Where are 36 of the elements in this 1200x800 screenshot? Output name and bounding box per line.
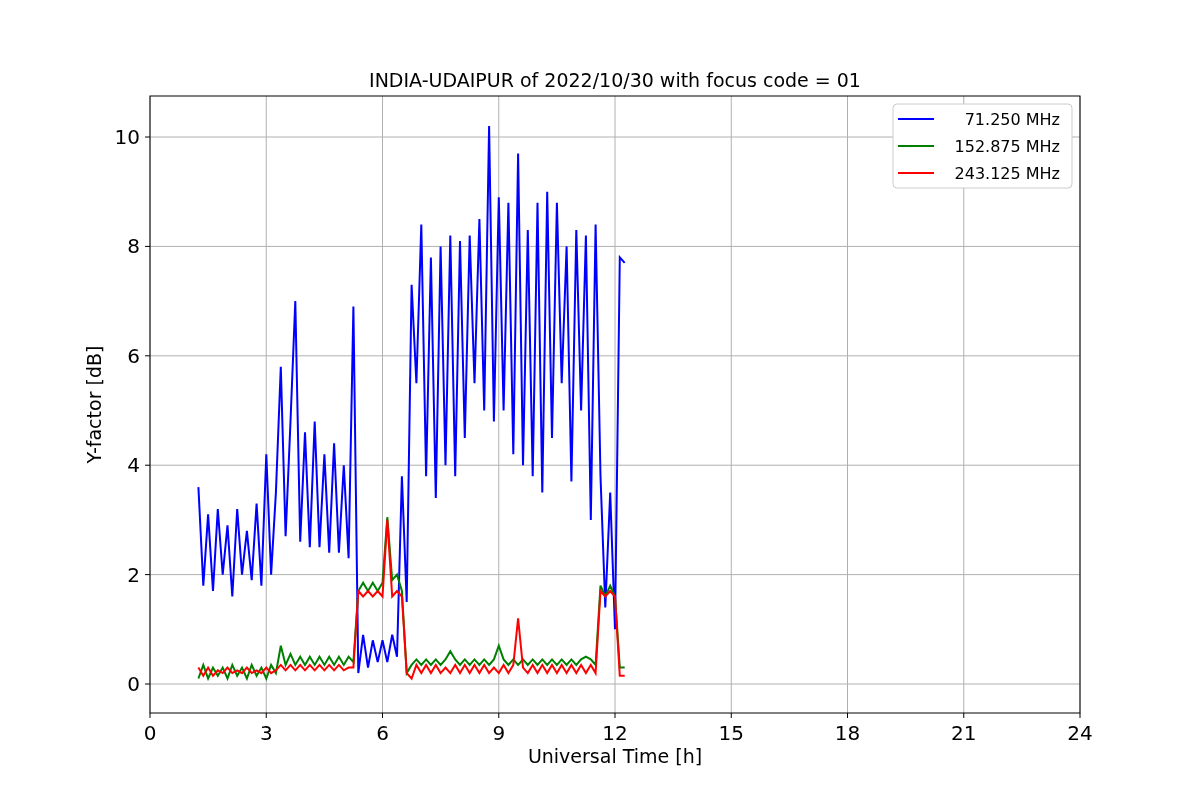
- tick-mark: [963, 712, 965, 719]
- tick-mark: [614, 712, 616, 719]
- tick-mark: [144, 574, 151, 576]
- chart-title: INDIA-UDAIPUR of 2022/10/30 with focus code = 01: [369, 69, 861, 91]
- legend-label: 243.125 MHz: [954, 164, 1060, 183]
- tick-mark: [265, 712, 267, 719]
- tick-label: 24: [1067, 721, 1093, 745]
- tick-label: 15: [718, 721, 744, 745]
- tick-mark: [847, 712, 848, 719]
- tick-mark: [144, 464, 151, 466]
- tick-label: 9: [492, 721, 506, 745]
- tick-mark: [730, 712, 732, 719]
- tick-label: 6: [376, 721, 389, 745]
- tick-mark: [144, 136, 151, 138]
- tick-mark: [498, 712, 500, 719]
- tick-mark: [144, 245, 151, 247]
- tick-label: 12: [602, 721, 628, 745]
- tick-mark: [382, 712, 383, 719]
- tick-label: 10: [114, 125, 140, 149]
- tick-mark: [144, 355, 151, 357]
- tick-label: 2: [127, 562, 140, 587]
- tick-label: 0: [127, 672, 140, 696]
- tick-label: 21: [951, 721, 977, 745]
- tick-label: 4: [127, 453, 140, 478]
- tick-label: 3: [259, 721, 273, 745]
- tick-label: 6: [127, 343, 140, 368]
- legend-label: 71.250 MHz: [964, 110, 1060, 129]
- x-axis-label: Universal Time [h]: [527, 745, 703, 767]
- legend-label: 152.875 MHz: [954, 137, 1060, 156]
- tick-mark: [149, 712, 151, 719]
- tick-label: 0: [143, 721, 157, 745]
- tick-label: 8: [127, 234, 140, 259]
- tick-mark: [1079, 712, 1081, 719]
- tick-label: 18: [834, 721, 861, 745]
- y-axis-label: Y-factor [dB]: [83, 345, 105, 464]
- tick-mark: [144, 683, 151, 685]
